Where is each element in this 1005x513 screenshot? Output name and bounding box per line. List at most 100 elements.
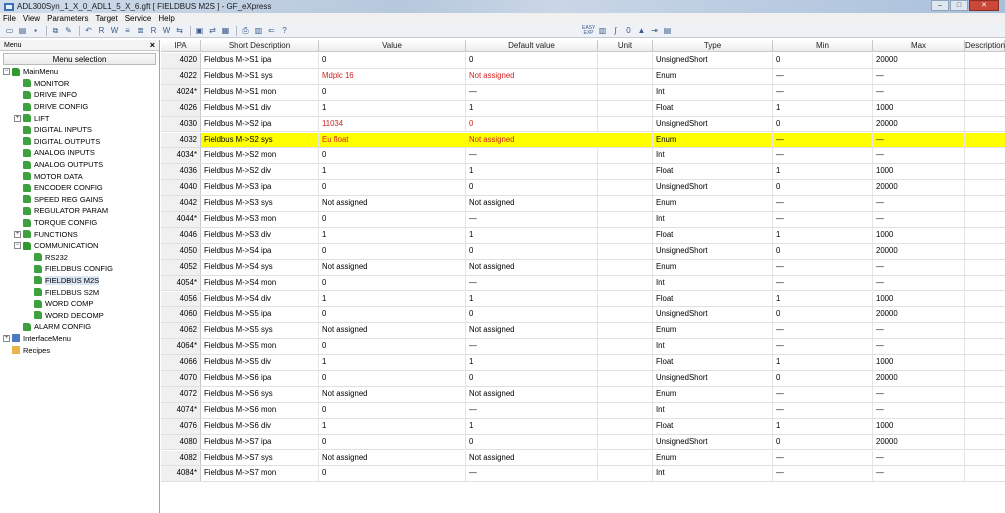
cell-value[interactable]: 0 [319,371,466,386]
tree-item[interactable]: TORQUE CONFIG [0,217,159,229]
table-row[interactable]: 4022 Fieldbus M->S1 sys Mdplc 16 Not assign… [161,68,1005,85]
expand-icon[interactable]: + [14,230,21,238]
table-row[interactable]: 4044* Fieldbus M->S3 mon 0— Int — — [161,212,1005,228]
undo-icon[interactable]: ↶ [83,26,94,36]
menu-help[interactable]: Help [158,14,174,23]
online-icon[interactable]: ⇄ [207,26,218,36]
cell-value[interactable]: 0 [319,180,466,196]
tree-item[interactable]: FIELDBUS CONFIG [0,263,159,275]
w3-icon[interactable]: ≣ [135,26,146,36]
tree-item[interactable]: ENCODER CONFIG [0,182,159,194]
close-button[interactable]: ✕ [969,0,999,11]
tree-item[interactable]: SPEED REG GAINS [0,194,159,206]
table-row[interactable]: 4020 Fieldbus M->S1 ipa 0 0 UnsignedShort 0 20… [161,53,1005,69]
cell-value[interactable]: Mdplc 16 [319,68,466,84]
table-row[interactable]: 4056 Fieldbus M->S4 div 1 1 Float 1 1000 [161,291,1005,308]
cell-value[interactable]: 1 [319,291,466,307]
cell-value[interactable]: 1 [319,355,466,370]
cell-value[interactable]: 11034 [319,116,466,132]
table-row[interactable]: 4054* Fieldbus M->S4 mon 0— Int — — [161,275,1005,292]
table-row[interactable]: 4034* Fieldbus M->S2 mon 0— Int — — [161,148,1005,165]
menu-selection-button[interactable]: Menu selection [3,53,156,65]
cell-value[interactable]: 0 [319,212,466,227]
new-icon[interactable]: ▭ [4,26,15,36]
table-row[interactable]: 4040 Fieldbus M->S3 ipa 0 0 UnsignedShort 0 20… [161,180,1005,197]
tree-item[interactable]: REGULATOR PARAM [0,205,159,217]
table-row[interactable]: 4050 Fieldbus M->S4 ipa 0 0 UnsignedShort 0 20… [161,243,1005,260]
w4-icon[interactable]: W [161,26,172,36]
header-type[interactable]: Type [653,40,773,52]
tree-item[interactable]: ANALOG INPUTS [0,147,159,159]
cell-value[interactable]: 0 [319,466,466,482]
cell-value[interactable]: 0 [319,84,466,100]
header-default-value[interactable]: Default value [466,40,598,52]
r2-icon[interactable]: R [148,26,159,36]
cell-value[interactable]: 0 [319,402,466,418]
tree-item[interactable]: − COMMUNICATION [0,240,159,252]
table-row[interactable]: 4064* Fieldbus M->S5 mon 0— Int — — [161,339,1005,356]
table-row[interactable]: 4024* Fieldbus M->S1 mon 0— Int — — [161,84,1005,101]
cell-value[interactable]: 0 [319,243,466,259]
zero-icon[interactable]: 0 [623,26,634,36]
cell-value[interactable]: 1 [319,164,466,180]
table-row[interactable]: 4042 Fieldbus M->S3 sys Not assigned Not as… [161,196,1005,212]
save-icon[interactable]: ▪ [30,26,41,36]
menu-target[interactable]: Target [95,14,117,23]
cell-value[interactable]: 1 [319,227,466,243]
table-row[interactable]: 4046 Fieldbus M->S3 div 1 1 Float 1 1000 [161,227,1005,244]
help-icon[interactable]: ? [279,26,290,36]
monitor-icon[interactable]: ▣ [194,26,205,36]
curve-icon[interactable]: ∫ [610,26,621,36]
cell-value[interactable]: 0 [319,307,466,323]
tree-item[interactable]: + LIFT [0,112,159,124]
tree-item[interactable]: WORD COMP [0,298,159,310]
expand-icon[interactable]: ⇥ [649,26,660,36]
table-row[interactable]: 4082 Fieldbus M->S7 sys Not assigned Not as… [161,450,1005,467]
tree-item[interactable]: ANALOG OUTPUTS [0,159,159,171]
header-min[interactable]: Min [773,40,873,52]
table-row[interactable]: 4066 Fieldbus M->S5 div 1 1 Float 1 1000 [161,355,1005,371]
cell-value[interactable]: Not assigned [319,259,466,275]
table-row[interactable]: 4060 Fieldbus M->S5 ipa 0 0 UnsignedShort 0 20… [161,307,1005,324]
cell-value[interactable]: 0 [319,339,466,355]
cell-value[interactable]: Not assigned [319,386,466,402]
tree-item[interactable]: ALARM CONFIG [0,321,159,333]
collapse-icon[interactable]: − [14,242,21,250]
table-row[interactable]: 4062 Fieldbus M->S5 sys Not assigned Not as… [161,323,1005,340]
panel-icon[interactable]: ▤ [662,26,673,36]
header-short-description[interactable]: Short Description [201,40,319,52]
cell-value[interactable]: Not assigned [319,450,466,466]
cell-value[interactable]: Eu float [319,132,466,148]
menu-service[interactable]: Service [125,14,152,23]
cell-value[interactable]: 1 [319,100,466,116]
header-value[interactable]: Value [319,40,466,52]
tree-item[interactable]: DIGITAL OUTPUTS [0,136,159,148]
expand-icon[interactable]: + [3,334,10,342]
tree-item[interactable]: MONITOR [0,78,159,90]
tree-item[interactable]: DRIVE INFO [0,89,159,101]
menu-parameters[interactable]: Parameters [47,14,88,23]
cell-value[interactable]: 0 [319,275,466,291]
w-icon[interactable]: W [109,26,120,36]
table-row[interactable]: 4036 Fieldbus M->S2 div 1 1 Float 1 1000 [161,164,1005,181]
collapse-icon[interactable]: − [3,68,10,76]
cell-value[interactable]: 1 [319,418,466,434]
menu-view[interactable]: View [23,14,40,23]
cell-value[interactable]: 0 [319,53,466,68]
r-icon[interactable]: R [96,26,107,36]
close-icon[interactable]: × [150,40,155,50]
table-row[interactable]: 4076 Fieldbus M->S6 div 1 1 Float 1 1000 [161,418,1005,435]
tree-item[interactable]: FIELDBUS M2S [0,275,159,287]
tree-item[interactable]: MOTOR DATA [0,170,159,182]
maximize-button[interactable]: □ [950,0,968,11]
expand-icon[interactable]: + [14,114,21,122]
table-row[interactable]: 4080 Fieldbus M->S7 ipa 0 0 UnsignedShort 0 20… [161,434,1005,451]
table-row[interactable]: 4072 Fieldbus M->S6 sys Not assigned Not as… [161,386,1005,403]
table-row[interactable]: 4052 Fieldbus M->S4 sys Not assigned Not as… [161,259,1005,276]
tree-item[interactable]: − MainMenu [0,66,159,78]
tree-item[interactable]: + FUNCTIONS [0,228,159,240]
tree-item[interactable]: Recipes [0,344,159,356]
module-icon[interactable]: ▦ [220,26,231,36]
table-row[interactable]: 4030 Fieldbus M->S2 ipa 11034 0 UnsignedShor… [161,116,1005,133]
print-icon[interactable]: ⎙ [240,26,251,36]
